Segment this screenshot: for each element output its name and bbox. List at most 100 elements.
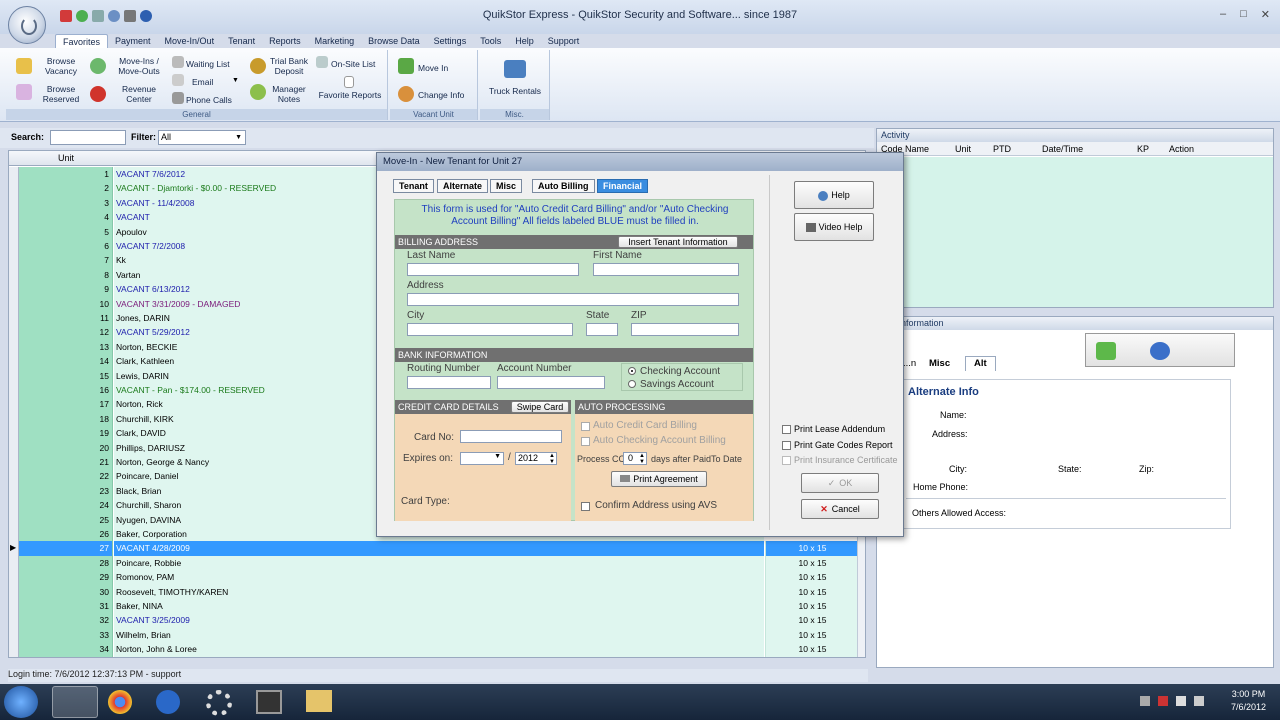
start-button[interactable] bbox=[4, 686, 38, 718]
table-row[interactable]: 33 Wilhelm, Brian 10 x 15 bbox=[9, 627, 859, 643]
row-selector[interactable] bbox=[9, 325, 19, 340]
tab-reports[interactable]: Reports bbox=[262, 34, 308, 48]
table-row[interactable]: 30 Roosevelt, TIMOTHY/KAREN 10 x 15 bbox=[9, 584, 859, 599]
row-selector[interactable] bbox=[9, 167, 19, 182]
confirm-avs-checkbox[interactable] bbox=[581, 502, 590, 511]
state-field[interactable] bbox=[586, 323, 618, 336]
activity-col-kp[interactable]: KP bbox=[1137, 144, 1149, 154]
routing-field[interactable] bbox=[407, 376, 491, 389]
favorite-reports-button[interactable]: Favorite Reports bbox=[318, 90, 382, 100]
row-selector[interactable] bbox=[9, 383, 19, 398]
activity-col-date-time[interactable]: Date/Time bbox=[1042, 144, 1083, 154]
revenue-center-button[interactable]: Revenue Center bbox=[114, 84, 164, 104]
city-field[interactable] bbox=[407, 323, 573, 336]
row-selector[interactable] bbox=[9, 224, 19, 239]
chrome-icon[interactable] bbox=[108, 690, 132, 714]
activity-col-unit[interactable]: Unit bbox=[955, 144, 971, 154]
row-selector[interactable] bbox=[9, 253, 19, 268]
on-site-list-button[interactable]: On-Site List bbox=[331, 59, 375, 69]
row-selector[interactable] bbox=[9, 555, 19, 571]
savings-radio[interactable] bbox=[628, 380, 636, 388]
row-selector[interactable] bbox=[9, 426, 19, 441]
cancel-button[interactable]: ✕ Cancel bbox=[801, 499, 879, 519]
print-lease-checkbox[interactable] bbox=[782, 425, 791, 434]
change-info-button[interactable]: Change Info bbox=[418, 90, 464, 100]
tab-tenant[interactable]: Tenant bbox=[221, 34, 262, 48]
manager-notes-button[interactable]: Manager Notes bbox=[268, 84, 310, 104]
table-row[interactable]: 34 Norton, John & Loree 10 x 15 bbox=[9, 642, 859, 657]
row-selector[interactable] bbox=[9, 613, 19, 628]
dropdown-arrow-icon[interactable]: ▼ bbox=[232, 77, 239, 84]
search-input[interactable] bbox=[50, 130, 126, 145]
tray-icon[interactable] bbox=[1158, 696, 1168, 706]
clock[interactable]: 3:00 PM 7/6/2012 bbox=[1231, 688, 1266, 714]
ok-button[interactable]: ✓ OK bbox=[801, 473, 879, 493]
close-icon[interactable]: ✕ bbox=[1261, 8, 1270, 21]
minimize-icon[interactable]: – bbox=[1220, 8, 1226, 21]
row-selector[interactable] bbox=[9, 267, 19, 283]
taskbar-app-icon[interactable] bbox=[156, 690, 180, 714]
spinner-icon[interactable]: ▲ ▼ bbox=[639, 453, 645, 465]
filter-select[interactable]: All ▼ bbox=[158, 130, 246, 145]
tab-payment[interactable]: Payment bbox=[108, 34, 158, 48]
swipe-card-button[interactable]: Swipe Card bbox=[511, 401, 569, 413]
browse-reserved-button[interactable]: Browse Reserved bbox=[40, 84, 82, 104]
person-icon[interactable] bbox=[1150, 342, 1170, 360]
help-button[interactable]: Help bbox=[794, 181, 874, 209]
network-icon[interactable] bbox=[1176, 696, 1186, 706]
email-button[interactable]: Email bbox=[192, 77, 213, 87]
zip-field[interactable] bbox=[631, 323, 739, 336]
row-selector[interactable] bbox=[9, 440, 19, 455]
tab-browse-data[interactable]: Browse Data bbox=[361, 34, 427, 48]
row-selector[interactable] bbox=[9, 570, 19, 585]
print-gate-checkbox[interactable] bbox=[782, 441, 791, 450]
row-selector[interactable] bbox=[9, 527, 19, 542]
tab-marketing[interactable]: Marketing bbox=[308, 34, 362, 48]
volume-icon[interactable] bbox=[1194, 696, 1204, 706]
tab-auto-billing[interactable]: Auto Billing bbox=[532, 179, 595, 193]
row-selector[interactable] bbox=[9, 181, 19, 196]
tab-alternate[interactable]: Alternate bbox=[437, 179, 489, 193]
tab-move-in-out[interactable]: Move-In/Out bbox=[158, 34, 222, 48]
row-selector[interactable] bbox=[9, 311, 19, 326]
maximize-icon[interactable]: □ bbox=[1240, 8, 1247, 21]
tab-support[interactable]: Support bbox=[541, 34, 587, 48]
chevron-down-icon[interactable]: ▼ bbox=[494, 453, 501, 460]
unit-column-header[interactable]: Unit bbox=[19, 153, 113, 163]
truck-rentals-button[interactable]: Truck Rentals bbox=[482, 86, 548, 96]
row-selector[interactable] bbox=[9, 397, 19, 412]
waiting-list-button[interactable]: Waiting List bbox=[186, 59, 230, 69]
table-row[interactable]: 28 Poincare, Robbie 10 x 15 bbox=[9, 555, 859, 571]
move-ins-outs-button[interactable]: Move-Ins / Move-Outs bbox=[114, 56, 164, 76]
expiry-year-field[interactable]: 2012 ▲ ▼ bbox=[515, 452, 557, 465]
row-selector[interactable] bbox=[9, 512, 19, 527]
tab-help[interactable]: Help bbox=[508, 34, 541, 48]
tray-icon[interactable] bbox=[1140, 696, 1150, 706]
tab-settings[interactable]: Settings bbox=[427, 34, 474, 48]
tab-tenant[interactable]: Tenant bbox=[393, 179, 434, 193]
video-editor-icon[interactable] bbox=[256, 690, 282, 714]
process-days-field[interactable]: 0 ▲ ▼ bbox=[623, 452, 647, 465]
chevron-down-icon[interactable]: ▼ bbox=[235, 131, 242, 144]
folder-icon[interactable] bbox=[306, 690, 332, 712]
row-selector[interactable] bbox=[9, 599, 19, 614]
browse-vacancy-button[interactable]: Browse Vacancy bbox=[40, 56, 82, 76]
download-icon[interactable] bbox=[1096, 342, 1116, 360]
tab-misc[interactable]: Misc bbox=[490, 179, 523, 193]
first-name-field[interactable] bbox=[593, 263, 739, 276]
tab-misc[interactable]: Misc bbox=[929, 358, 950, 369]
row-selector[interactable] bbox=[9, 368, 19, 383]
account-field[interactable] bbox=[497, 376, 605, 389]
row-selector[interactable] bbox=[9, 627, 19, 643]
row-selector[interactable] bbox=[9, 411, 19, 427]
tab-tenant-info[interactable]: ...n bbox=[903, 358, 916, 369]
tab-financial[interactable]: Financial bbox=[597, 179, 649, 193]
card-no-field[interactable] bbox=[460, 430, 562, 443]
row-selector[interactable] bbox=[9, 210, 19, 225]
row-selector[interactable] bbox=[9, 354, 19, 369]
phone-calls-button[interactable]: Phone Calls bbox=[186, 95, 232, 105]
auto-cc-checkbox[interactable] bbox=[581, 422, 590, 431]
print-insurance-checkbox[interactable] bbox=[782, 456, 791, 465]
tab-alt[interactable]: Alt bbox=[965, 356, 996, 371]
activity-col-action[interactable]: Action bbox=[1169, 144, 1194, 154]
